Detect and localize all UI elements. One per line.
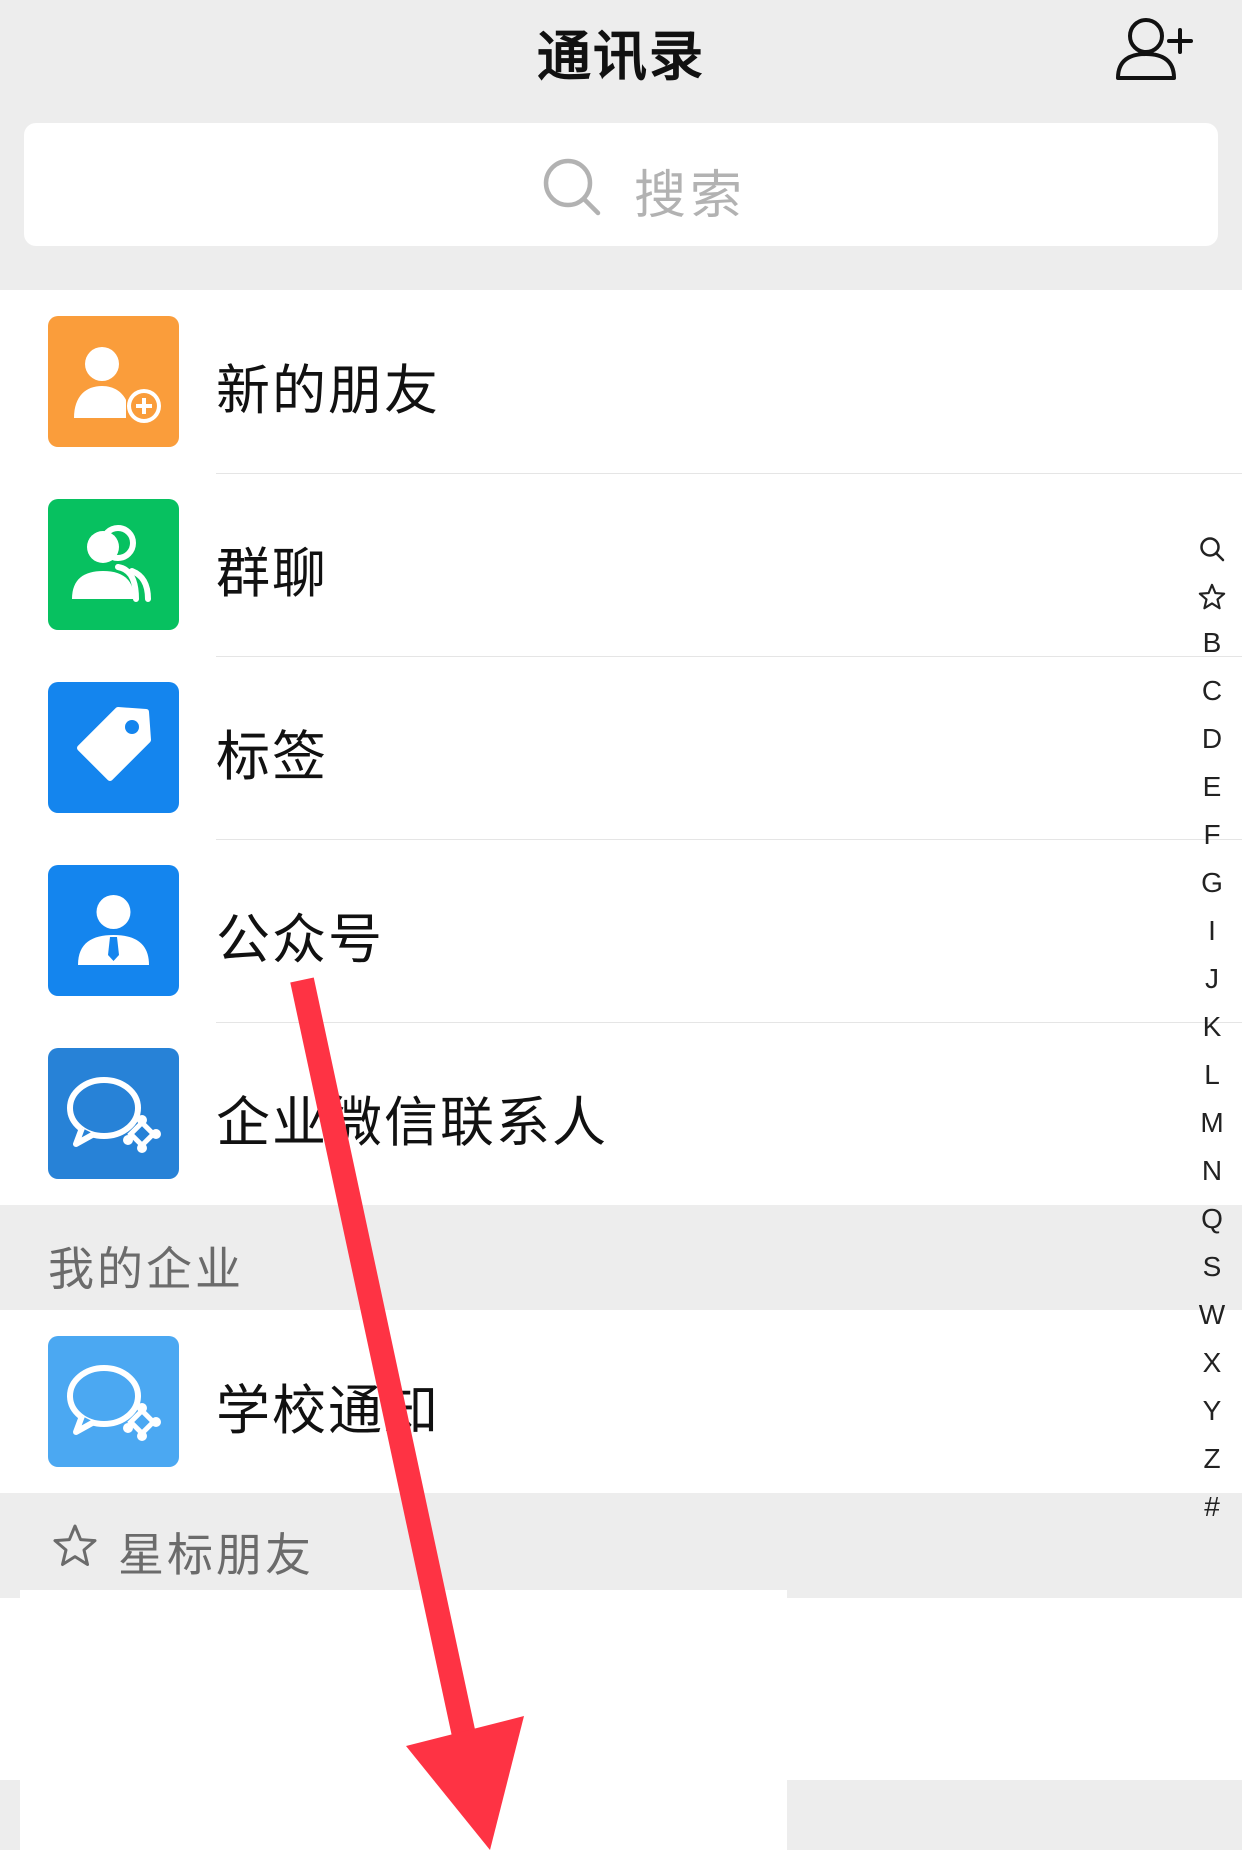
index-letter-m[interactable]: M — [1190, 1099, 1234, 1147]
star-icon — [1198, 583, 1226, 609]
index-letter-i[interactable]: I — [1190, 907, 1234, 955]
contact-entries: 新的朋友 群聊 标签 公众号 企业微信联系人 — [0, 290, 1242, 1205]
search-input[interactable]: 搜索 — [24, 123, 1218, 246]
index-letter-l[interactable]: L — [1190, 1051, 1234, 1099]
section-my-enterprise: 我的企业 — [0, 1205, 1242, 1310]
entry-label: 企业微信联系人 — [216, 1091, 608, 1154]
index-letter-k[interactable]: K — [1190, 1003, 1234, 1051]
official-account-icon — [48, 865, 179, 996]
index-letter-n[interactable]: N — [1190, 1147, 1234, 1195]
page-title: 通讯录 — [537, 25, 705, 88]
enterprise-list: 学校通知 — [0, 1310, 1242, 1493]
search-icon — [1200, 536, 1225, 561]
index-letter-g[interactable]: G — [1190, 859, 1234, 907]
index-letter-c[interactable]: C — [1190, 667, 1234, 715]
index-letter-f[interactable]: F — [1190, 811, 1234, 859]
index-letter-w[interactable]: W — [1190, 1291, 1234, 1339]
blank-panel — [20, 1590, 787, 1850]
index-letter-d[interactable]: D — [1190, 715, 1234, 763]
index-letter-j[interactable]: J — [1190, 955, 1234, 1003]
index-letter-x[interactable]: X — [1190, 1339, 1234, 1387]
index-letter-z[interactable]: Z — [1190, 1435, 1234, 1483]
top-bar: 通讯录 — [0, 0, 1242, 100]
section-title: 我的企业 — [48, 1242, 244, 1296]
index-star[interactable] — [1190, 571, 1234, 619]
alphabet-index[interactable]: B C D E F G I J K L M N Q S W X Y Z # — [1190, 523, 1234, 1531]
index-letter-y[interactable]: Y — [1190, 1387, 1234, 1435]
new-friends-icon — [48, 316, 179, 447]
index-letter-b[interactable]: B — [1190, 619, 1234, 667]
index-letters: B C D E F G I J K L M N Q S W X Y Z # — [1190, 619, 1234, 1531]
section-starred-friends: 星标朋友 — [0, 1493, 1242, 1598]
index-letter-q[interactable]: Q — [1190, 1195, 1234, 1243]
entry-label: 学校通知 — [216, 1379, 440, 1442]
add-contact-icon — [1116, 18, 1193, 80]
search-icon — [543, 158, 601, 216]
tag-icon — [48, 682, 179, 813]
add-contact-button[interactable] — [1114, 14, 1194, 84]
index-letter-s[interactable]: S — [1190, 1243, 1234, 1291]
wecom-contacts-icon — [48, 1048, 179, 1179]
entry-label: 公众号 — [216, 908, 384, 971]
entry-label: 群聊 — [216, 542, 328, 605]
entry-label: 标签 — [216, 725, 328, 788]
index-letter-hash[interactable]: # — [1190, 1483, 1234, 1531]
search-placeholder: 搜索 — [634, 166, 747, 226]
entry-wecom-contacts[interactable]: 企业微信联系人 — [0, 1022, 1242, 1205]
star-icon — [53, 1524, 97, 1566]
index-search[interactable] — [1190, 523, 1234, 571]
wecom-icon — [48, 1336, 179, 1467]
entry-label: 新的朋友 — [216, 359, 440, 422]
entry-school-notice[interactable]: 学校通知 — [0, 1310, 1242, 1493]
entry-group-chat[interactable]: 群聊 — [0, 473, 1242, 656]
group-chat-icon — [48, 499, 179, 630]
entry-new-friends[interactable]: 新的朋友 — [0, 290, 1242, 473]
index-letter-e[interactable]: E — [1190, 763, 1234, 811]
entry-official-accounts[interactable]: 公众号 — [0, 839, 1242, 1022]
section-title: 星标朋友 — [118, 1528, 314, 1582]
entry-tags[interactable]: 标签 — [0, 656, 1242, 839]
